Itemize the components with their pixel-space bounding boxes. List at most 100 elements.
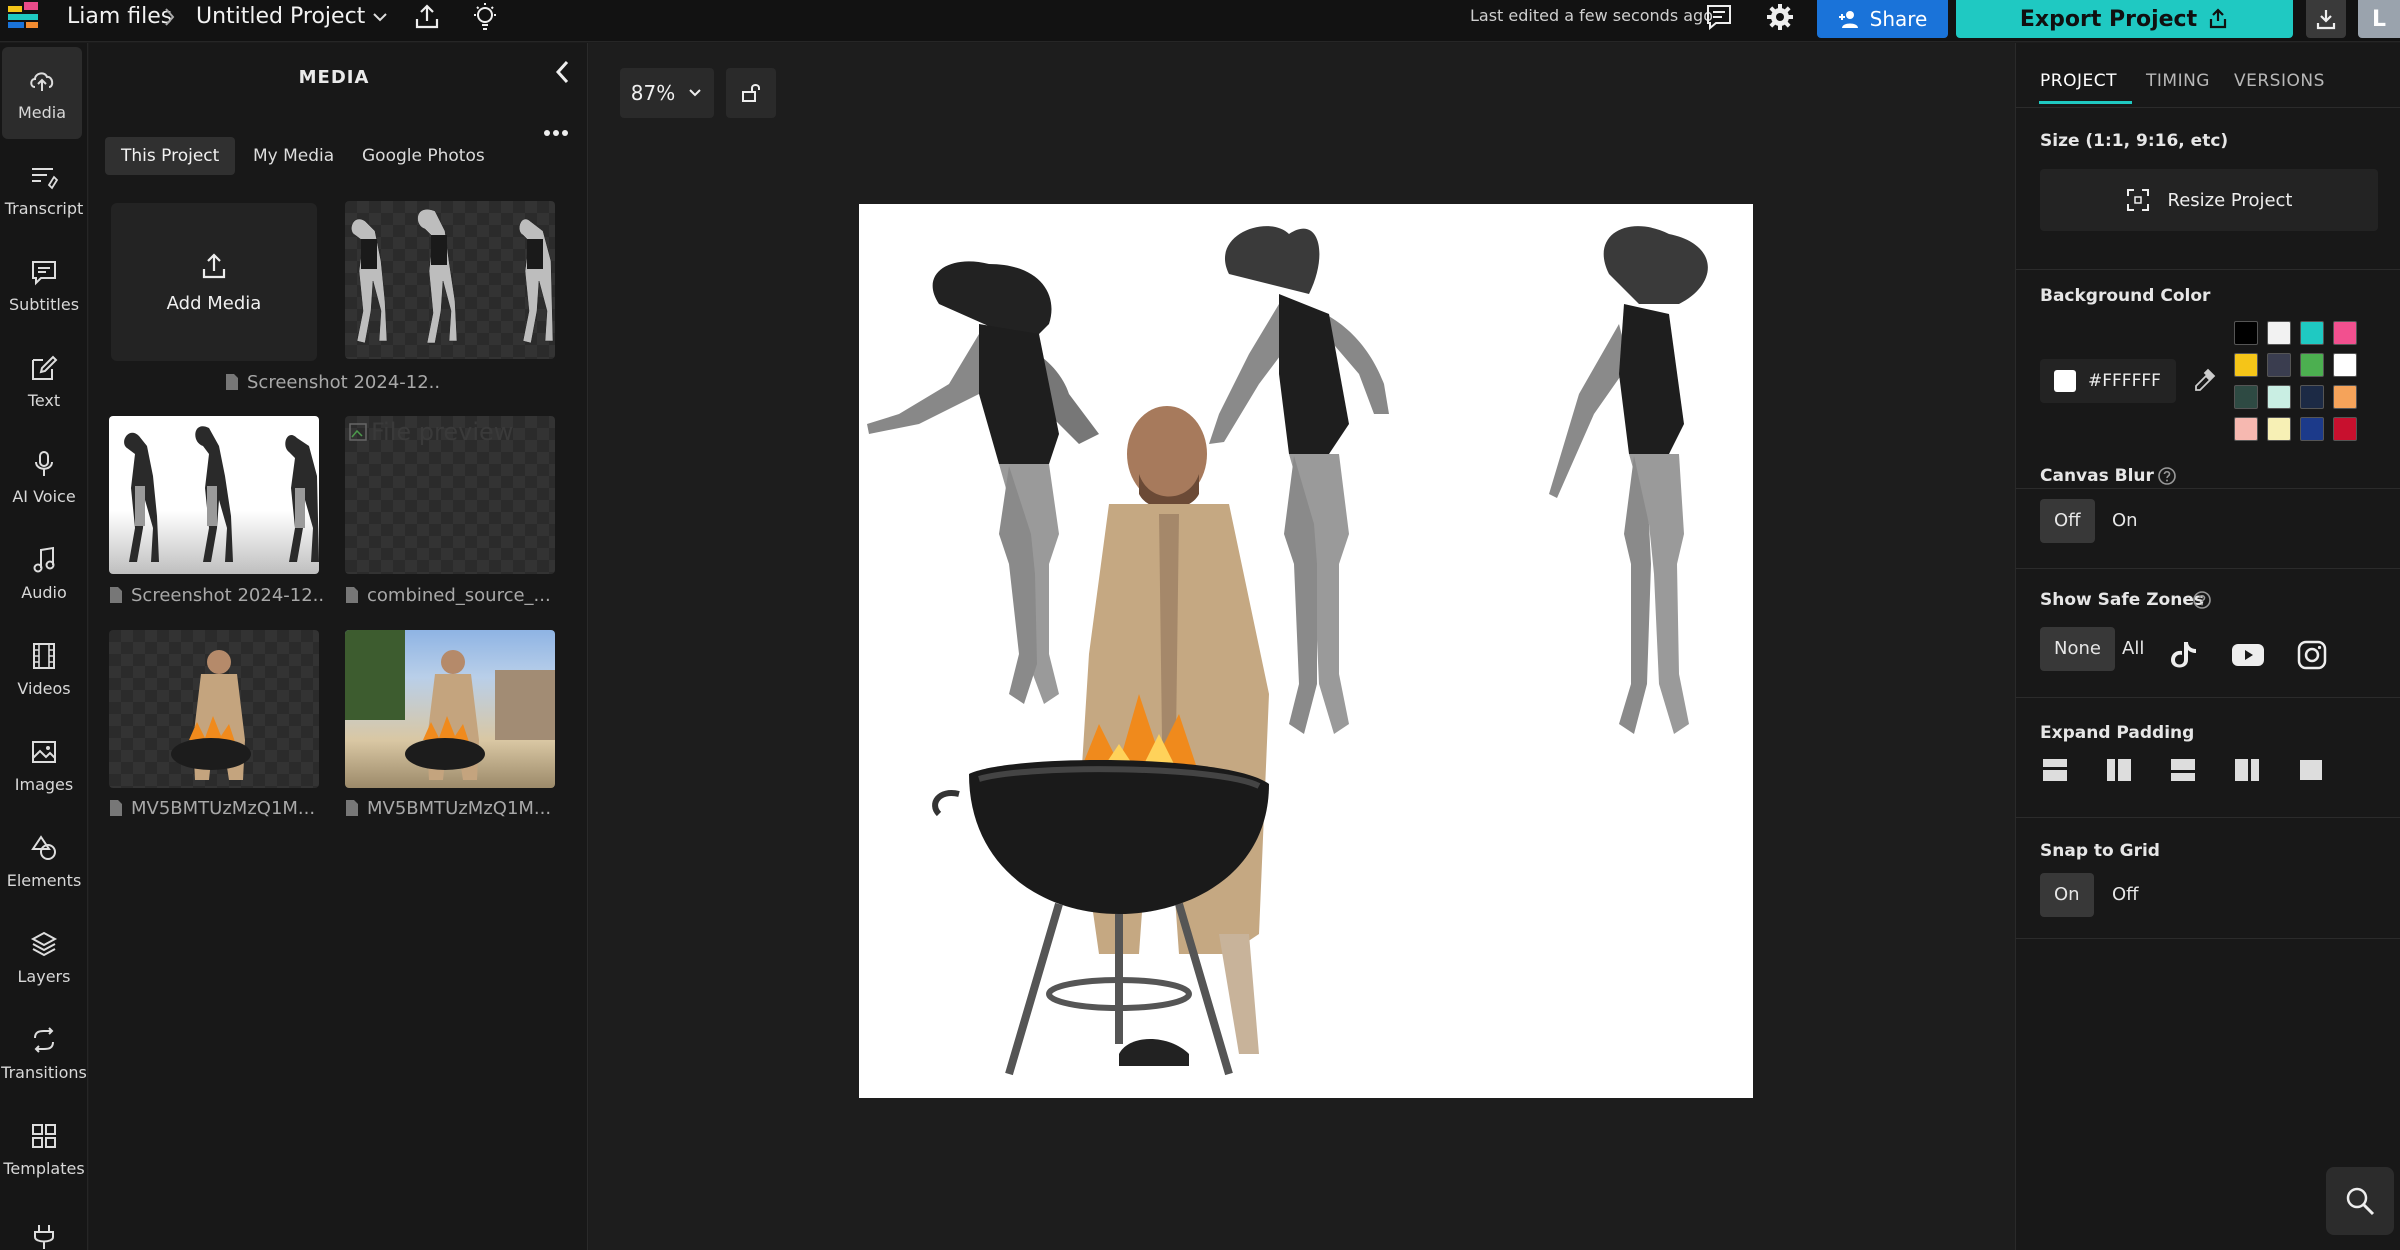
project-name[interactable]: Untitled Project bbox=[196, 4, 365, 30]
eyedropper-icon[interactable] bbox=[2192, 368, 2216, 394]
project-settings-panel: PROJECT TIMING VERSIONS Size (1:1, 9:16,… bbox=[2015, 43, 2400, 1250]
nav-templates[interactable]: Templates bbox=[0, 1103, 88, 1195]
media-thumbnail[interactable] bbox=[345, 630, 555, 788]
instagram-icon[interactable] bbox=[2290, 633, 2334, 677]
breadcrumb-chevron-icon bbox=[163, 6, 177, 28]
safe-zones-label: Show Safe Zones bbox=[2040, 590, 2204, 610]
color-swatch[interactable] bbox=[2333, 321, 2357, 345]
media-thumbnail[interactable] bbox=[345, 201, 555, 359]
help-icon[interactable] bbox=[2192, 590, 2212, 610]
padding-top-icon[interactable] bbox=[2040, 755, 2070, 785]
file-icon bbox=[109, 799, 123, 817]
tab-google-photos[interactable]: Google Photos bbox=[346, 137, 501, 175]
tab-versions[interactable]: VERSIONS bbox=[2234, 71, 2325, 91]
share-upload-icon[interactable] bbox=[412, 2, 442, 32]
shapes-icon bbox=[29, 833, 59, 863]
nav-text[interactable]: Text bbox=[0, 335, 88, 427]
color-swatch[interactable] bbox=[2333, 353, 2357, 377]
background-color-input[interactable]: #FFFFFF bbox=[2040, 359, 2176, 403]
padding-all-icon[interactable] bbox=[2296, 755, 2326, 785]
media-panel: MEDIA This Project My Media Google Photo… bbox=[89, 43, 674, 1250]
nav-label: Images bbox=[14, 774, 74, 794]
safe-zones-none[interactable]: None bbox=[2040, 627, 2115, 671]
zoom-dropdown[interactable]: 87% bbox=[620, 68, 714, 118]
tab-this-project[interactable]: This Project bbox=[105, 137, 236, 175]
snap-to-grid-label: Snap to Grid bbox=[2040, 841, 2160, 861]
color-swatch[interactable] bbox=[2333, 385, 2357, 409]
search-icon[interactable] bbox=[2326, 1167, 2394, 1235]
lightbulb-icon[interactable] bbox=[470, 1, 500, 33]
collapse-panel-icon[interactable] bbox=[548, 57, 578, 87]
nav-transcript[interactable]: Transcript bbox=[0, 143, 88, 235]
snap-grid-on[interactable]: On bbox=[2040, 873, 2094, 917]
share-label: Share bbox=[1869, 7, 1928, 31]
divider bbox=[2016, 938, 2400, 939]
gear-icon[interactable] bbox=[1764, 1, 1796, 33]
help-icon[interactable] bbox=[2157, 466, 2177, 486]
nav-subtitles[interactable]: Subtitles bbox=[0, 239, 88, 331]
add-media-button[interactable]: Add Media bbox=[111, 203, 317, 361]
unlock-icon[interactable] bbox=[726, 68, 776, 118]
color-swatch[interactable] bbox=[2300, 353, 2324, 377]
color-swatch[interactable] bbox=[2267, 385, 2291, 409]
color-swatch[interactable] bbox=[2267, 321, 2291, 345]
color-swatch[interactable] bbox=[2333, 417, 2357, 441]
media-thumbnail[interactable] bbox=[109, 630, 319, 788]
resize-icon bbox=[2126, 188, 2150, 212]
tab-my-media[interactable]: My Media bbox=[237, 137, 350, 175]
color-swatch[interactable] bbox=[2267, 353, 2291, 377]
man-grill-layer[interactable] bbox=[929, 394, 1349, 1094]
color-swatch[interactable] bbox=[2234, 417, 2258, 441]
canvas-blur-on[interactable]: On bbox=[2098, 499, 2152, 543]
user-avatar[interactable]: L bbox=[2358, 0, 2400, 38]
nav-images[interactable]: Images bbox=[0, 719, 88, 811]
resize-project-button[interactable]: Resize Project bbox=[2040, 169, 2378, 231]
export-label: Export Project bbox=[2019, 6, 2198, 32]
color-swatch[interactable] bbox=[2300, 321, 2324, 345]
youtube-icon[interactable] bbox=[2226, 633, 2270, 677]
export-project-button[interactable]: Export Project bbox=[1956, 0, 2293, 38]
breadcrumb-root[interactable]: Liam files bbox=[67, 4, 172, 30]
share-button[interactable]: Share bbox=[1817, 0, 1948, 38]
nav-label: AI Voice bbox=[12, 486, 76, 506]
color-swatch[interactable] bbox=[2234, 353, 2258, 377]
safe-zones-all[interactable]: All bbox=[2108, 627, 2158, 671]
color-swatch[interactable] bbox=[2300, 385, 2324, 409]
snap-grid-off[interactable]: Off bbox=[2098, 873, 2153, 917]
color-swatch[interactable] bbox=[2267, 417, 2291, 441]
nav-media[interactable]: Media bbox=[2, 47, 82, 139]
canvas-artboard[interactable] bbox=[859, 204, 1753, 1098]
tab-timing[interactable]: TIMING bbox=[2146, 71, 2210, 91]
canvas-blur-off[interactable]: Off bbox=[2040, 499, 2095, 543]
plugin-icon[interactable] bbox=[29, 1223, 59, 1249]
media-file-name: Screenshot 2024-12... bbox=[109, 584, 324, 606]
tab-project[interactable]: PROJECT bbox=[2040, 71, 2117, 91]
padding-right-icon[interactable] bbox=[2232, 755, 2262, 785]
top-bar: Liam files Untitled Project Last edited … bbox=[0, 0, 2400, 42]
chevron-down-icon bbox=[687, 85, 703, 101]
divider bbox=[2016, 269, 2400, 270]
chevron-down-icon[interactable] bbox=[370, 7, 390, 27]
kapwing-logo[interactable] bbox=[8, 2, 54, 30]
nav-layers[interactable]: Layers bbox=[0, 911, 88, 1003]
padding-left-icon[interactable] bbox=[2104, 755, 2134, 785]
color-swatch[interactable] bbox=[2234, 385, 2258, 409]
media-thumbnail[interactable]: File preview bbox=[345, 416, 555, 574]
comments-icon[interactable] bbox=[1704, 2, 1734, 32]
padding-bottom-icon[interactable] bbox=[2168, 755, 2198, 785]
dancer-layer-right[interactable] bbox=[1519, 214, 1749, 754]
download-icon[interactable] bbox=[2306, 0, 2346, 38]
media-file-name: combined_source_... bbox=[345, 584, 560, 606]
media-thumbnail[interactable] bbox=[109, 416, 319, 574]
color-swatch[interactable] bbox=[2300, 417, 2324, 441]
nav-ai-voice[interactable]: AI Voice bbox=[0, 431, 88, 523]
divider bbox=[2016, 817, 2400, 818]
nav-audio[interactable]: Audio bbox=[0, 527, 88, 619]
nav-videos[interactable]: Videos bbox=[0, 623, 88, 715]
nav-transitions[interactable]: Transitions bbox=[0, 1007, 88, 1099]
tiktok-icon[interactable] bbox=[2162, 633, 2206, 677]
more-options-icon[interactable] bbox=[542, 123, 570, 143]
color-swatch[interactable] bbox=[2234, 321, 2258, 345]
nav-elements[interactable]: Elements bbox=[0, 815, 88, 907]
nav-label: Elements bbox=[6, 870, 82, 890]
